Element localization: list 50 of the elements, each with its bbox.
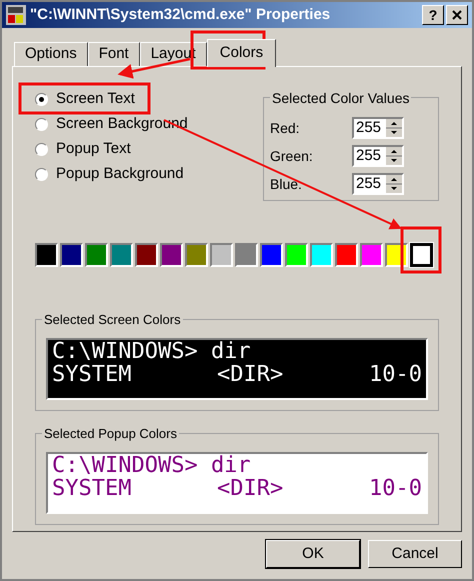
window-title: "C:\WINNT\System32\cmd.exe" Properties bbox=[30, 4, 330, 25]
color-swatch[interactable] bbox=[85, 243, 108, 267]
field-label: Green: bbox=[270, 146, 314, 166]
radio-button[interactable] bbox=[35, 168, 48, 181]
color-swatch[interactable] bbox=[135, 243, 158, 267]
color-swatch[interactable] bbox=[335, 243, 358, 267]
console-text: 10-0 bbox=[369, 363, 422, 386]
radio-button[interactable] bbox=[35, 118, 48, 131]
radio-option[interactable]: Screen Text bbox=[35, 89, 188, 110]
field-label: Red: bbox=[270, 118, 301, 138]
console-text: C:\WINDOWS> dir bbox=[52, 454, 251, 477]
tab[interactable]: Options bbox=[14, 42, 88, 66]
app-icon bbox=[6, 5, 26, 25]
console-text: <DIR> bbox=[217, 477, 284, 500]
field-label: Blue: bbox=[270, 174, 303, 194]
dialog-button[interactable]: OK bbox=[266, 540, 360, 568]
color-swatch[interactable] bbox=[235, 243, 258, 267]
tab[interactable]: Colors bbox=[206, 39, 276, 67]
spinner-arrows-icon[interactable] bbox=[386, 147, 402, 165]
radio-button[interactable] bbox=[35, 93, 48, 106]
radio-option[interactable]: Popup Background bbox=[35, 164, 188, 185]
color-swatch[interactable] bbox=[60, 243, 83, 267]
console-text: C:\WINDOWS> dir bbox=[52, 340, 251, 363]
radio-button[interactable] bbox=[35, 143, 48, 156]
color-swatch[interactable] bbox=[160, 243, 183, 267]
color-swatch[interactable] bbox=[185, 243, 208, 267]
dialog-button[interactable]: Cancel bbox=[368, 540, 462, 568]
color-swatch[interactable] bbox=[210, 243, 233, 267]
spin-field[interactable]: 255 bbox=[352, 173, 404, 195]
spin-field[interactable]: 255 bbox=[352, 117, 404, 139]
console-text: SYSTEM bbox=[52, 363, 132, 386]
color-swatch[interactable] bbox=[110, 243, 133, 267]
color-swatch[interactable] bbox=[35, 243, 58, 267]
spinner-arrows-icon[interactable] bbox=[386, 175, 402, 193]
console-text: 10-0 bbox=[369, 477, 422, 500]
radio-option[interactable]: Popup Text bbox=[35, 139, 188, 160]
console-text: SYSTEM bbox=[52, 477, 132, 500]
color-swatch[interactable] bbox=[310, 243, 333, 267]
color-swatch[interactable] bbox=[260, 243, 283, 267]
close-icon bbox=[452, 10, 462, 20]
color-swatch[interactable] bbox=[360, 243, 383, 267]
highlight-frame bbox=[400, 226, 442, 274]
close-button[interactable] bbox=[446, 5, 468, 25]
tab[interactable]: Font bbox=[88, 42, 140, 66]
help-button[interactable]: ? bbox=[422, 5, 444, 25]
color-swatch[interactable] bbox=[285, 243, 308, 267]
spinner-arrows-icon[interactable] bbox=[386, 119, 402, 137]
color-swatch[interactable] bbox=[410, 243, 433, 267]
console-text: <DIR> bbox=[217, 363, 284, 386]
spin-field[interactable]: 255 bbox=[352, 145, 404, 167]
